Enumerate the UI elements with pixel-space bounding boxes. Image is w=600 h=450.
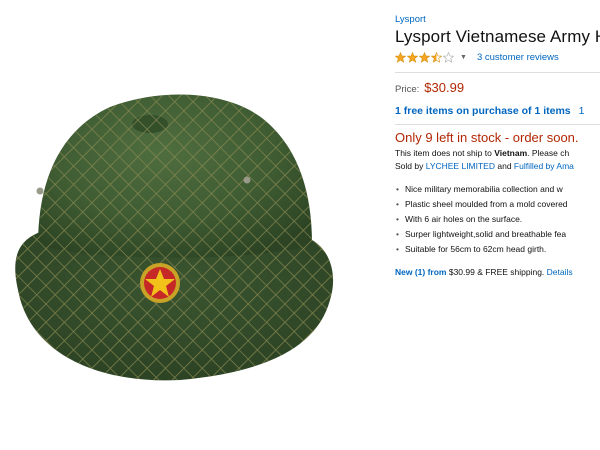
shipping-note-suffix: . Please ch xyxy=(527,148,570,158)
star-full-icon xyxy=(407,51,418,63)
star-full-icon xyxy=(395,51,406,63)
feature-bullet: Nice military memorabilia collection and… xyxy=(395,184,600,194)
chevron-down-icon[interactable]: ▼ xyxy=(460,54,467,61)
feature-bullets: Nice military memorabilia collection and… xyxy=(395,184,600,254)
shipping-note-prefix: This item does not ship to xyxy=(395,148,495,158)
shipping-details-link[interactable]: Details xyxy=(547,267,573,277)
star-empty-icon xyxy=(443,51,454,63)
price-value: $30.99 xyxy=(424,80,465,95)
helmet-image[interactable] xyxy=(0,0,380,450)
feature-bullet: Surper lightweight,solid and breathable … xyxy=(395,229,600,239)
rating-row: ▼ 3 customer reviews xyxy=(395,50,600,64)
product-details: Lysport Lysport Vietnamese Army He ▼ 3 c… xyxy=(395,14,600,277)
feature-bullet: With 6 air holes on the surface. xyxy=(395,214,600,224)
promotion-extra[interactable]: 1 xyxy=(579,105,585,117)
divider xyxy=(395,72,600,73)
sold-by: Sold by LYCHEE LIMITED and Fulfilled by … xyxy=(395,161,600,171)
promotion-row: 1 free items on purchase of 1 items 1 xyxy=(395,105,600,117)
stock-status: Only 9 left in stock - order soon. xyxy=(395,130,579,145)
product-image-pane[interactable] xyxy=(0,0,380,450)
offer-price: $30.99 & FREE shipping. xyxy=(446,267,545,277)
new-offers-link[interactable]: New (1) from xyxy=(395,267,446,277)
price-label: Price: xyxy=(395,84,420,95)
product-title: Lysport Vietnamese Army He xyxy=(395,27,600,46)
other-offers: New (1) from $30.99 & FREE shipping. Det… xyxy=(395,267,600,277)
shipping-note: This item does not ship to Vietnam. Plea… xyxy=(395,148,600,158)
brand-link[interactable]: Lysport xyxy=(395,14,600,25)
price-row: Price: $30.99 xyxy=(395,80,600,95)
sold-by-prefix: Sold by xyxy=(395,161,426,171)
feature-bullet: Plastic sheel moulded from a mold covere… xyxy=(395,199,600,209)
divider xyxy=(395,124,600,125)
star-full-icon xyxy=(419,51,430,63)
star-badge xyxy=(140,263,180,303)
shipping-country: Vietnam xyxy=(494,148,528,158)
seller-link[interactable]: LYCHEE LIMITED xyxy=(426,161,495,171)
promotion-link[interactable]: 1 free items on purchase of 1 items xyxy=(395,105,571,117)
star-half-icon xyxy=(431,51,442,63)
sold-by-and: and xyxy=(495,161,514,171)
feature-bullet: Suitable for 56cm to 62cm head girth. xyxy=(395,244,600,254)
star-rating[interactable] xyxy=(395,51,455,63)
fulfilled-by-link[interactable]: Fulfilled by Ama xyxy=(514,161,574,171)
customer-reviews-link[interactable]: 3 customer reviews xyxy=(477,52,559,63)
